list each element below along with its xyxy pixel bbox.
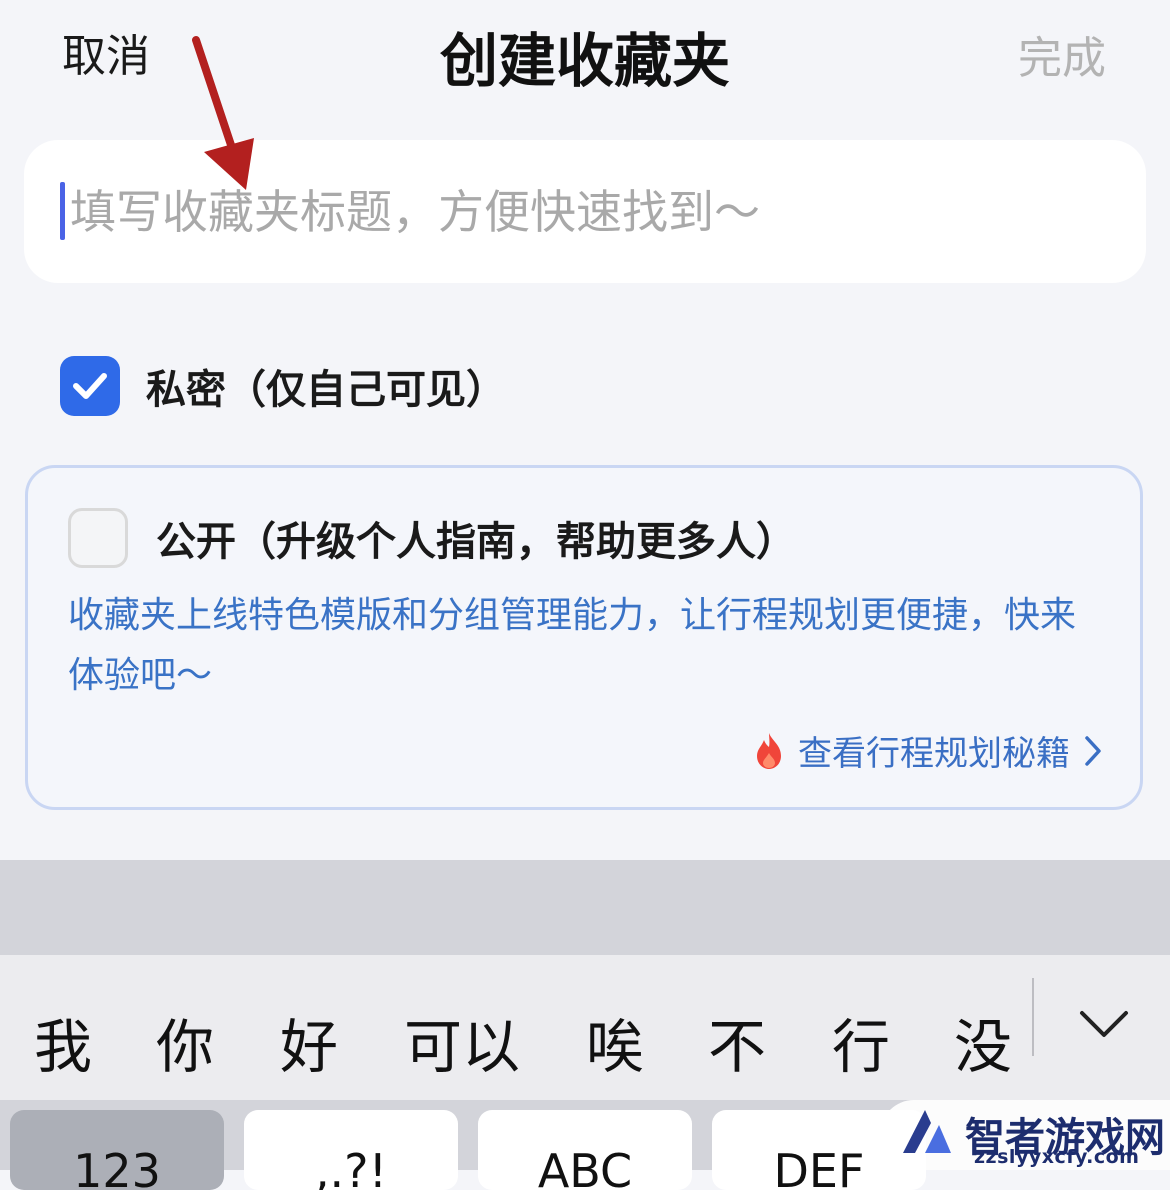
page-title: 创建收藏夹 (439, 27, 730, 95)
watermark-logo-icon (903, 1110, 951, 1153)
keyboard-top-area (0, 860, 1170, 955)
key-label: ABC (537, 1144, 633, 1190)
done-button[interactable]: 完成 (1018, 22, 1106, 86)
checkmark-icon (73, 373, 107, 399)
key-label: ,.?! (314, 1144, 388, 1190)
candidate-word[interactable]: 你 (156, 1000, 214, 1084)
chevron-down-icon[interactable] (1078, 1005, 1130, 1045)
public-checkbox[interactable] (68, 508, 128, 568)
candidate-word[interactable]: 没 (954, 1000, 1012, 1084)
key-123[interactable]: 123 (10, 1110, 224, 1190)
candidate-word[interactable]: 不 (708, 1000, 766, 1084)
itinerary-tips-link[interactable]: 查看行程规划秘籍 (754, 726, 1104, 775)
nav-bar: 取消 创建收藏夹 完成 (0, 0, 1170, 110)
private-option-label: 私密（仅自己可见） (146, 367, 506, 413)
folder-title-input[interactable] (64, 140, 1110, 283)
candidate-word[interactable]: 好 (280, 1000, 338, 1084)
public-option[interactable]: 公开（升级个人指南，帮助更多人） (68, 508, 796, 568)
flame-icon (757, 732, 781, 769)
candidate-word[interactable]: 行 (832, 1000, 890, 1084)
text-cursor (60, 182, 65, 240)
private-option[interactable]: 私密（仅自己可见） (60, 356, 506, 416)
watermark-url: zzslyyxcfy.com (974, 1146, 1140, 1168)
public-option-card: 公开（升级个人指南，帮助更多人） 收藏夹上线特色模版和分组管理能力，让行程规划更… (25, 465, 1143, 810)
chevron-right-icon (1085, 735, 1101, 766)
candidate-word[interactable]: 可以 (404, 1000, 520, 1084)
public-option-label: 公开（升级个人指南，帮助更多人） (156, 519, 796, 565)
itinerary-tips-link-label: 查看行程规划秘籍 (798, 734, 1070, 774)
candidate-word[interactable]: 唉 (586, 1000, 644, 1084)
candidate-word[interactable]: 我 (34, 1000, 92, 1084)
public-option-description: 收藏夹上线特色模版和分组管理能力，让行程规划更便捷，快来体验吧～ (68, 595, 1077, 696)
candidate-divider (1032, 978, 1034, 1056)
key-label: 123 (73, 1144, 161, 1190)
title-input-card (24, 140, 1146, 283)
private-checkbox[interactable] (60, 356, 120, 416)
key-abc[interactable]: ABC (478, 1110, 692, 1190)
key-punctuation[interactable]: ,.?! (244, 1110, 458, 1190)
